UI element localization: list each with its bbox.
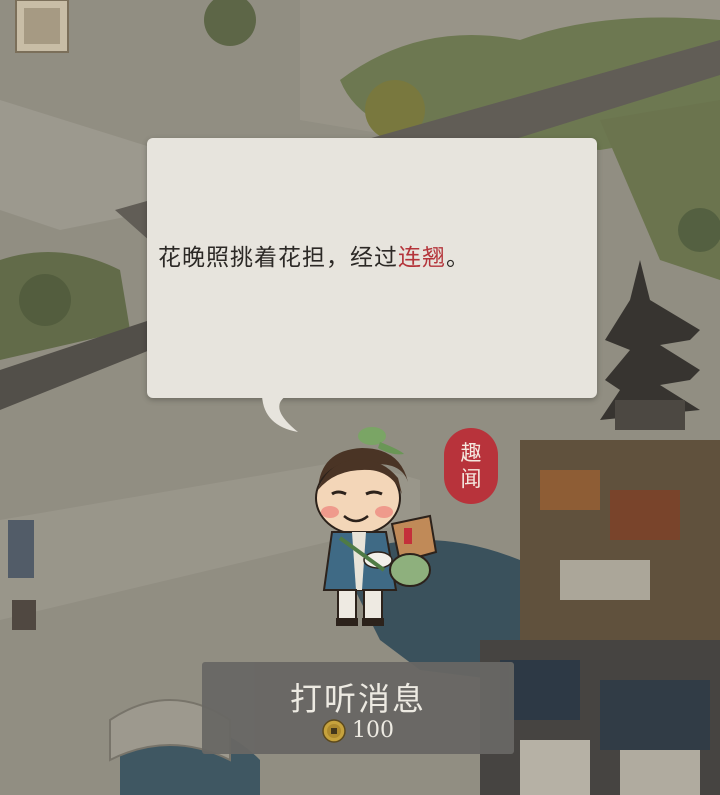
inquire-cost: 100 <box>202 718 514 743</box>
dialog-text-suffix: 。 <box>446 245 470 271</box>
inquire-news-button[interactable]: 打听消息 100 <box>202 662 514 754</box>
inquire-cost-value: 100 <box>352 718 394 743</box>
copper-coin-icon <box>322 718 346 743</box>
dialog-text: 花晚照挑着花担，经过连翘。 <box>158 238 470 272</box>
badge-char-1: 趣 <box>460 441 482 465</box>
flower-vendor-character[interactable] <box>300 420 440 630</box>
dialog-bubble-tail <box>258 396 298 432</box>
inquire-news-label: 打听消息 <box>289 680 426 718</box>
dialog-text-prefix: 花晚照挑着花担，经过 <box>158 245 398 271</box>
badge-char-2: 闻 <box>460 467 482 491</box>
anecdote-badge[interactable]: 趣 闻 <box>444 428 498 504</box>
portrait-frame-icon[interactable] <box>12 0 72 56</box>
dialog-text-highlight-name: 连翘 <box>398 245 446 271</box>
